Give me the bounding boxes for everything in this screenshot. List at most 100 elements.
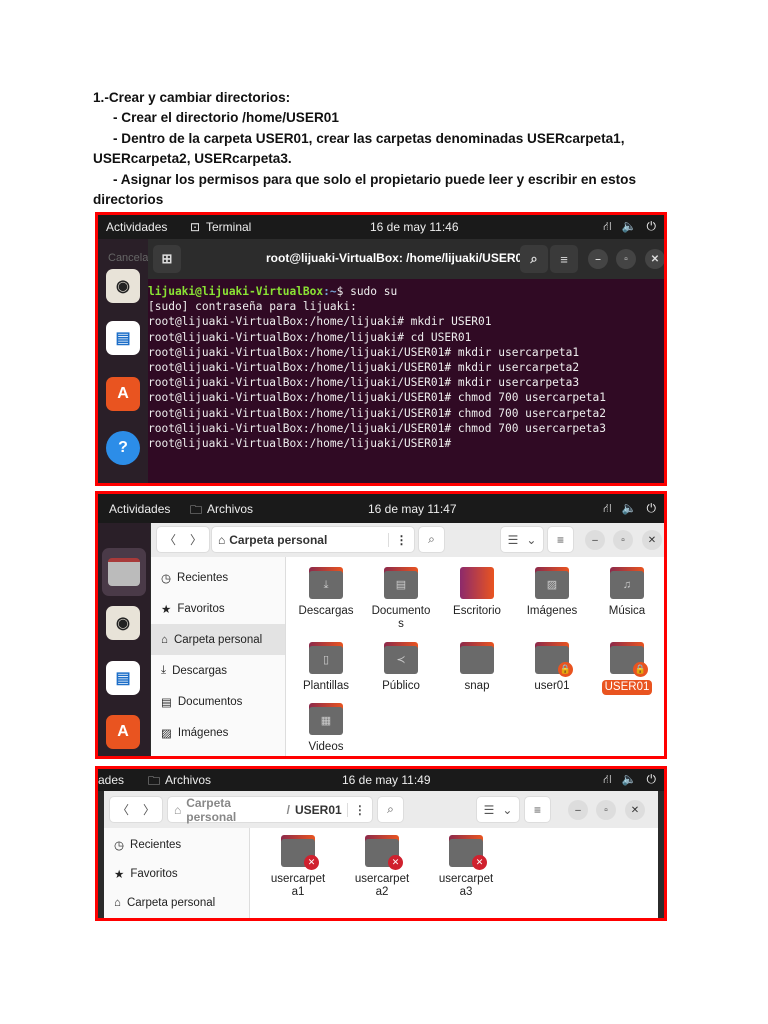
step-cont: directorios bbox=[93, 192, 164, 208]
breadcrumb-home[interactable]: Carpeta personal bbox=[186, 796, 281, 824]
clock[interactable]: 16 de may 11:49 bbox=[342, 773, 431, 787]
folder-usercarpeta1[interactable]: ✕ usercarpet a1 bbox=[263, 835, 333, 899]
search-icon[interactable]: ⌕ bbox=[520, 245, 548, 273]
breadcrumb-current[interactable]: USER01 bbox=[295, 803, 342, 817]
label: Favoritos bbox=[130, 867, 178, 880]
sidebar-item-favoritos[interactable]: ★ Favoritos bbox=[151, 593, 285, 624]
files-dock-icon[interactable] bbox=[102, 548, 146, 596]
folder-videos[interactable]: ▦ Videos bbox=[291, 703, 361, 754]
image-icon: ▨ bbox=[535, 571, 569, 599]
folder-musica[interactable]: ♫ Música bbox=[592, 567, 662, 618]
new-tab-icon[interactable]: ⊞ bbox=[153, 245, 181, 273]
minimize-icon[interactable]: – bbox=[588, 249, 608, 269]
app-menu[interactable]: Terminal bbox=[206, 220, 251, 234]
app-menu[interactable]: Archivos bbox=[165, 773, 211, 787]
download-icon: ⤓ bbox=[161, 664, 167, 676]
menu-icon[interactable]: ≡ bbox=[547, 526, 574, 553]
volume-icon[interactable]: 🔈 bbox=[622, 219, 637, 235]
network-icon[interactable]: ⛙ bbox=[603, 772, 611, 788]
location-bar[interactable]: ⌂ Carpeta personal / USER01 ⋮ bbox=[167, 796, 373, 824]
more-icon[interactable]: ⋮ bbox=[346, 802, 372, 817]
folder-publico[interactable]: ≺ Público bbox=[366, 642, 436, 693]
menu-icon[interactable]: ≡ bbox=[524, 796, 551, 823]
volume-icon[interactable]: 🔈 bbox=[622, 501, 637, 517]
close-icon[interactable]: ✕ bbox=[625, 800, 645, 820]
sidebar-item-carpeta-personal[interactable]: ⌂ Carpeta personal bbox=[104, 888, 249, 917]
close-icon[interactable]: ✕ bbox=[642, 530, 662, 550]
activities-button[interactable]: Actividades bbox=[106, 220, 167, 234]
film-icon: ▦ bbox=[309, 707, 343, 735]
app-menu[interactable]: Archivos bbox=[207, 502, 253, 516]
search-icon[interactable]: ⌕ bbox=[418, 526, 445, 553]
software-icon[interactable]: A bbox=[106, 715, 140, 749]
terminal-output[interactable]: lijuaki@lijuaki-VirtualBox:~$ sudo su [su… bbox=[148, 279, 664, 483]
maximize-icon[interactable]: ▫ bbox=[613, 530, 633, 550]
writer-icon[interactable]: ▤ bbox=[106, 321, 140, 355]
top-bar: Actividades ⊡ Terminal 16 de may 11:46 ⛙… bbox=[98, 215, 664, 239]
help-icon[interactable]: ? bbox=[106, 431, 140, 465]
back-icon[interactable]: 〈 bbox=[164, 531, 176, 548]
close-icon[interactable]: ✕ bbox=[645, 249, 664, 269]
folder-descargas[interactable]: ⤓ Descargas bbox=[291, 567, 361, 618]
terminal-line: lijuaki@lijuaki-VirtualBox:~$ sudo su bbox=[148, 284, 664, 299]
label: Documentos bbox=[177, 695, 243, 708]
forward-icon[interactable]: 〉 bbox=[190, 531, 202, 548]
forward-icon[interactable]: 〉 bbox=[143, 801, 155, 818]
software-icon[interactable]: A bbox=[106, 377, 140, 411]
sidebar-item-documentos[interactable]: ▤ Documentos bbox=[151, 686, 285, 717]
minimize-icon[interactable]: – bbox=[568, 800, 588, 820]
volume-icon[interactable]: 🔈 bbox=[622, 772, 637, 788]
view-toggle[interactable]: ☰ ⌄ bbox=[500, 526, 544, 553]
more-icon[interactable]: ⋮ bbox=[388, 532, 414, 547]
terminal-line: root@lijuaki-VirtualBox:/home/lijuaki/US… bbox=[148, 437, 452, 451]
location-bar[interactable]: ⌂ Carpeta personal ⋮ bbox=[211, 526, 415, 553]
clock[interactable]: 16 de may 11:46 bbox=[370, 220, 459, 234]
clock[interactable]: 16 de may 11:47 bbox=[368, 502, 457, 516]
writer-icon[interactable]: ▤ bbox=[106, 661, 140, 695]
view-toggle[interactable]: ☰ ⌄ bbox=[476, 796, 520, 823]
image-icon: ▨ bbox=[161, 727, 172, 740]
sidebar-item-carpeta-personal[interactable]: ⌂ Carpeta personal bbox=[151, 624, 285, 655]
maximize-icon[interactable]: ▫ bbox=[596, 800, 616, 820]
sidebar-item-recientes[interactable]: ◷ Recientes bbox=[151, 562, 285, 593]
folder-imagenes[interactable]: ▨ Imágenes bbox=[517, 567, 587, 618]
sidebar-item-recientes[interactable]: ◷ Recientes bbox=[104, 830, 249, 859]
label: Imágenes bbox=[177, 726, 229, 739]
terminal-line: root@lijuaki-VirtualBox:/home/lijuaki/US… bbox=[148, 361, 580, 375]
folder-usercarpeta2[interactable]: ✕ usercarpet a2 bbox=[347, 835, 417, 899]
star-icon: ★ bbox=[114, 868, 125, 881]
activities-button[interactable]: ades bbox=[98, 773, 124, 787]
activities-button[interactable]: Actividades bbox=[109, 502, 170, 516]
menu-icon[interactable]: ≡ bbox=[550, 245, 578, 273]
sidebar-item-favoritos[interactable]: ★ Favoritos bbox=[104, 859, 249, 888]
power-icon[interactable]: ⏻ bbox=[647, 501, 657, 517]
list-view-icon[interactable]: ☰ bbox=[508, 533, 519, 547]
list-view-icon[interactable]: ☰ bbox=[484, 803, 495, 817]
maximize-icon[interactable]: ▫ bbox=[616, 249, 636, 269]
nav-buttons: 〈〉 bbox=[109, 796, 163, 823]
minimize-icon[interactable]: – bbox=[585, 530, 605, 550]
music-icon: ♫ bbox=[610, 571, 644, 599]
dock: Cancela ◉ ▤ A ? bbox=[98, 239, 150, 483]
folder-user01-lower[interactable]: 🔒 user01 bbox=[517, 642, 587, 693]
star-icon: ★ bbox=[161, 603, 172, 616]
rhythmbox-icon[interactable]: ◉ bbox=[106, 269, 140, 303]
network-icon[interactable]: ⛙ bbox=[603, 219, 611, 235]
sidebar-item-descargas[interactable]: ⤓ Descargas bbox=[151, 655, 285, 686]
power-icon[interactable]: ⏻ bbox=[647, 772, 657, 788]
folder-usercarpeta3[interactable]: ✕ usercarpet a3 bbox=[431, 835, 501, 899]
chevron-down-icon[interactable]: ⌄ bbox=[526, 533, 536, 547]
folder-plantillas[interactable]: ▯ Plantillas bbox=[291, 642, 361, 693]
search-icon[interactable]: ⌕ bbox=[377, 796, 404, 823]
folder-snap[interactable]: snap bbox=[442, 642, 512, 693]
location-label: Carpeta personal bbox=[229, 532, 328, 547]
chevron-down-icon[interactable]: ⌄ bbox=[502, 803, 512, 817]
network-icon[interactable]: ⛙ bbox=[603, 501, 611, 517]
rhythmbox-icon[interactable]: ◉ bbox=[106, 606, 140, 640]
folder-escritorio[interactable]: Escritorio bbox=[442, 567, 512, 618]
folder-documentos[interactable]: ▤ Documento s bbox=[366, 567, 436, 631]
sidebar-item-imagenes[interactable]: ▨ Imágenes bbox=[151, 717, 285, 748]
folder-USER01[interactable]: 🔒 USER01 bbox=[592, 642, 662, 695]
power-icon[interactable]: ⏻ bbox=[647, 219, 657, 235]
back-icon[interactable]: 〈 bbox=[117, 801, 129, 818]
